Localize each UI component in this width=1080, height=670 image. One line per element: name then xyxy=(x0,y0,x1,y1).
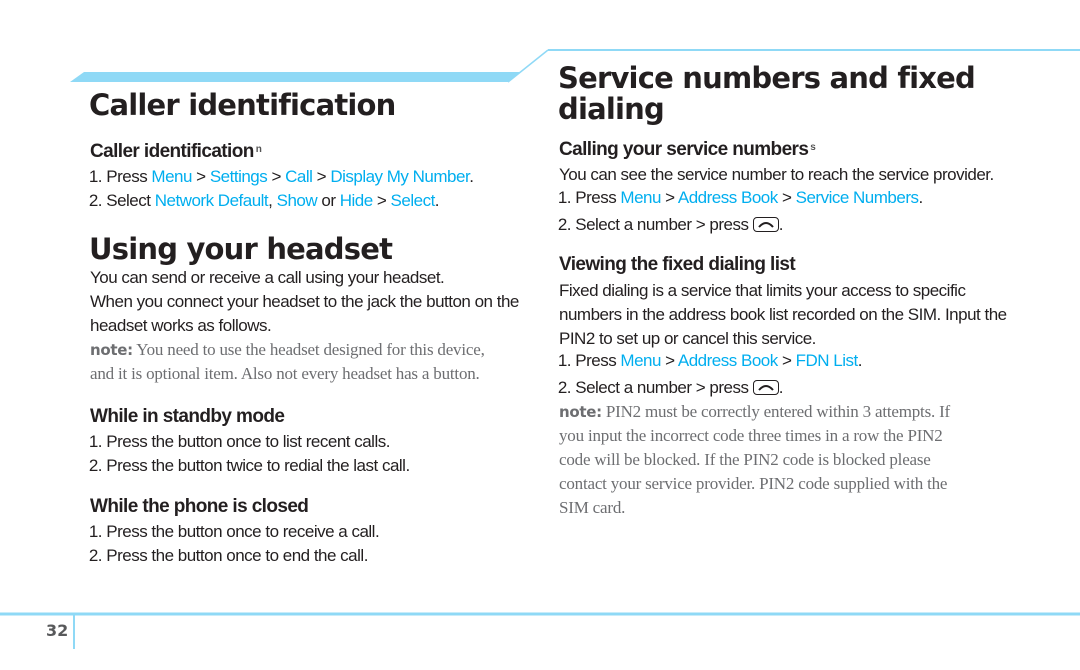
end-call-key-icon xyxy=(752,380,779,395)
headset-note-line2: and it is optional item. Also not every … xyxy=(90,364,480,383)
header-rule-slant xyxy=(507,49,549,83)
menu-path-item: Address Book xyxy=(677,188,778,207)
headset-intro: You can send or receive a call using you… xyxy=(90,266,519,338)
closed-steps: 1. Press the button once to receive a ca… xyxy=(72,520,380,568)
step-text: . xyxy=(918,188,923,207)
menu-path-item: Menu xyxy=(620,351,661,370)
menu-path-item: Display My Number xyxy=(330,167,470,186)
service-intro: You can see the service number to reach … xyxy=(559,165,994,184)
closed-title: While the phone is closed xyxy=(90,496,309,517)
fdn-steps: 1. Press Menu > Address Book > FDN List.… xyxy=(541,349,863,400)
step-number: 1. xyxy=(88,167,103,186)
standby-step: 2. Press the button twice to redial the … xyxy=(88,456,410,475)
step-text: > xyxy=(777,188,796,207)
caller-id-title: Caller identification xyxy=(89,88,396,122)
step-text: . xyxy=(434,191,440,210)
caller-id-subtitle: Caller identification n xyxy=(90,141,262,163)
caller-id-step: 1. Press Menu > Settings > Call > Displa… xyxy=(72,165,474,189)
headset-note-line1: You need to use the headset designed for… xyxy=(132,340,485,359)
service-title-line2: dialing xyxy=(558,92,665,126)
menu-path-item: Settings xyxy=(209,167,268,186)
sim-dependent-icon: s xyxy=(810,142,816,153)
fdn-step: 1. Press Menu > Address Book > FDN List. xyxy=(541,349,863,373)
step-text: , xyxy=(268,191,277,210)
step-text: Press xyxy=(106,167,152,186)
step-number: 1. xyxy=(557,351,572,370)
closed-step: 1. Press the button once to receive a ca… xyxy=(88,522,380,541)
menu-path-item: Call xyxy=(285,167,313,186)
menu-path-item: Hide xyxy=(339,191,373,210)
step-text: > xyxy=(372,191,391,210)
menu-path-item: Select xyxy=(390,191,436,210)
service-subtitle-text: Calling your service numbers xyxy=(559,139,809,160)
service-steps: 1. Press Menu > Address Book > Service N… xyxy=(541,186,923,237)
step-text: > xyxy=(312,167,331,186)
step-text: > xyxy=(267,167,286,186)
step-text: Press xyxy=(575,188,621,207)
header-band xyxy=(70,72,520,82)
menu-path-item: Address Book xyxy=(677,351,778,370)
page-number: 32 xyxy=(46,621,69,640)
headset-para1: You can send or receive a call using you… xyxy=(90,268,445,287)
note-label: note: xyxy=(559,403,602,421)
end-call-key-icon xyxy=(752,217,779,232)
fdn-step: 2. Select a number > press . xyxy=(557,378,784,397)
step-number: 1. xyxy=(557,188,572,207)
step-text: Select xyxy=(106,191,155,210)
fdn-note: note: PIN2 must be correctly entered wit… xyxy=(559,402,951,517)
caller-id-step: 2. Select Network Default, Show or Hide … xyxy=(72,189,473,213)
headset-note: note: You need to use the headset design… xyxy=(90,338,485,386)
note-label: note: xyxy=(90,341,133,359)
service-step: 2. Select a number > press . xyxy=(557,215,784,234)
menu-path-item: Menu xyxy=(151,167,192,186)
menu-path-item: Network Default xyxy=(154,191,269,210)
headset-para2-line1: When you connect your headset to the jac… xyxy=(90,292,519,311)
menu-path-item: Service Numbers xyxy=(795,188,919,207)
network-service-icon: n xyxy=(255,144,262,155)
step-text: Press xyxy=(575,351,621,370)
caller-id-subtitle-text: Caller identification xyxy=(90,141,254,162)
closed-step: 2. Press the button once to end the call… xyxy=(88,546,369,565)
standby-step: 1. Press the button once to list recent … xyxy=(88,432,391,451)
standby-title: While in standby mode xyxy=(90,406,285,427)
menu-path-item: Show xyxy=(276,191,318,210)
service-title-line1: Service numbers and fixed xyxy=(558,61,976,95)
service-title: Service numbers and fixed dialing xyxy=(558,61,976,126)
service-step: 1. Press Menu > Address Book > Service N… xyxy=(541,186,923,210)
headset-para2-line2: headset works as follows. xyxy=(90,316,272,335)
service-subtitle: Calling your service numbers s xyxy=(559,139,816,161)
step-number: 2. xyxy=(88,191,103,210)
menu-path-item: Menu xyxy=(620,188,661,207)
menu-path-item: FDN List xyxy=(795,351,859,370)
step-text: > xyxy=(777,351,796,370)
headset-title: Using your headset xyxy=(89,232,393,266)
step-text: . xyxy=(469,167,474,186)
fdn-intro: Fixed dialing is a service that limits y… xyxy=(559,281,1007,348)
step-text: > xyxy=(191,167,210,186)
standby-steps: 1. Press the button once to list recent … xyxy=(72,430,410,478)
step-text: > xyxy=(660,188,678,207)
step-text: or xyxy=(317,191,340,210)
caller-id-steps: 1. Press Menu > Settings > Call > Displa… xyxy=(72,165,474,213)
fdn-subtitle: Viewing the fixed dialing list xyxy=(559,254,796,275)
step-text: > xyxy=(660,351,678,370)
step-text: . xyxy=(857,351,863,370)
